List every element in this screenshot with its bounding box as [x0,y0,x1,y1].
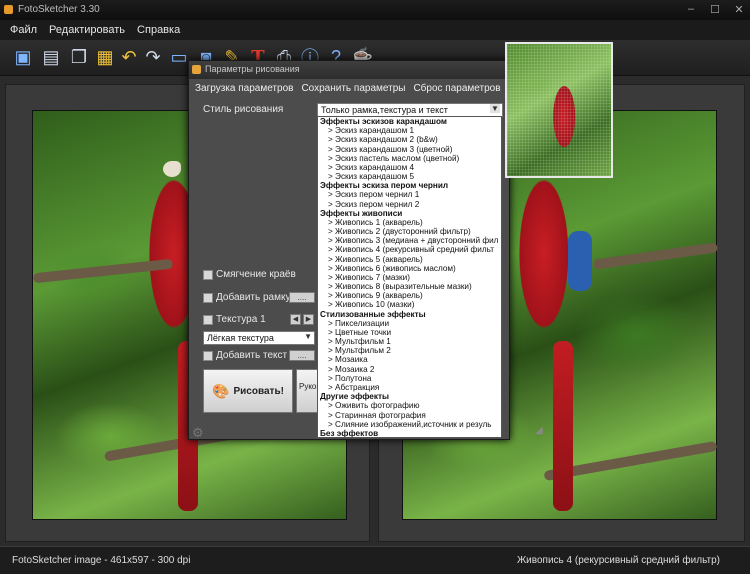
app-icon [4,5,13,14]
save-icon[interactable]: ▤ [38,43,64,71]
add-frame-label: Добавить рамку [216,292,291,303]
chevron-down-icon[interactable]: ▼ [304,332,312,341]
dropdown-option[interactable]: > Живопись 10 (мазки) [318,300,501,309]
open-image-icon[interactable]: ▣ [10,43,36,71]
reset-parameters-menu[interactable]: Сброс параметров [413,83,500,99]
frame-settings-button[interactable]: .... [289,292,315,303]
dropdown-option[interactable]: > Живопись 9 (акварель) [318,291,501,300]
texture-select[interactable]: Лёгкая текстура ▼ [203,331,315,345]
drawing-style-select[interactable]: Только рамка,текстура и текст ▼ [317,103,503,117]
dropdown-option[interactable]: > Эскиз пером чернил 2 [318,200,501,209]
dropdown-option[interactable]: > Живопись 4 (рекурсивный средний фильт [318,245,501,254]
dropdown-group-header: Эффекты эскиза пером чернил [320,181,449,191]
paste-icon[interactable]: ▦ [92,43,118,71]
dropdown-option[interactable]: > Эскиз карандашом 3 (цветной) [318,145,501,154]
texture-next-button[interactable]: ▶ [303,314,314,325]
smooth-edges-checkbox[interactable] [203,270,213,280]
dropdown-option[interactable]: > Живопись 1 (акварель) [318,218,501,227]
draw-button-label: Рисовать! [233,385,284,397]
image-info-text: FotoSketcher image - 461x597 - 300 dpi [12,555,191,566]
dropdown-group-header: Другие эффекты [320,392,389,402]
menu-bar: Файл Редактировать Справка [0,20,750,40]
draw-button[interactable]: 🎨 Рисовать! [203,369,293,413]
dropdown-option[interactable]: > Оживить фотографию [318,401,501,410]
dropdown-option[interactable]: > Живопись 7 (мазки) [318,273,501,282]
dropdown-option[interactable]: > Старинная фотография [318,411,501,420]
dropdown-option[interactable]: > Живопись 3 (медиана + двусторонний фил [318,236,501,245]
dropdown-option[interactable]: > Полутона [318,374,501,383]
dropdown-option[interactable]: > Абстракция [318,383,501,392]
window-title: FotoSketcher 3.30 [18,4,100,15]
dropdown-option[interactable]: > Эскиз карандашом 1 [318,126,501,135]
texture-label: Текстура 1 [216,314,266,325]
dropdown-option[interactable]: > Эскиз карандашом 4 [318,163,501,172]
drawing-style-value: Только рамка,текстура и текст [321,105,448,115]
text-settings-button[interactable]: .... [289,350,315,361]
preview-thumbnail[interactable] [505,42,613,178]
dropdown-group-header: Эффекты эскизов карандашом [320,117,447,126]
dropdown-option[interactable]: > Эскиз карандашом 2 (b&w) [318,135,501,144]
menu-file[interactable]: Файл [10,24,37,36]
dropdown-group-header: Без эффектов [320,428,379,438]
copy-icon[interactable]: ❐ [66,43,92,71]
add-text-label: Добавить текст [216,350,288,361]
dropdown-option[interactable]: > Цветные точки [318,328,501,337]
dropdown-option[interactable]: > Мозаика [318,355,501,364]
dropdown-option[interactable]: > Эскиз пером чернил 1 [318,190,501,199]
undo-icon[interactable]: ↶ [116,43,142,71]
smooth-edges-label: Смягчение краёв [216,269,296,280]
dialog-title-bar: Параметры рисования [189,61,509,79]
drawing-style-dropdown-list[interactable]: Эффекты эскизов карандашом > Эскиз каранд… [317,116,502,438]
resize-grip-icon[interactable]: ◢ [535,425,543,436]
texture-select-value: Лёгкая текстура [207,333,274,343]
add-text-checkbox[interactable] [203,351,213,361]
dropdown-group-header: Эффекты живописи [320,208,403,218]
status-bar: FotoSketcher image - 461x597 - 300 dpi Ж… [0,546,750,574]
dropdown-option[interactable]: > Мультфильм 1 [318,337,501,346]
title-bar: FotoSketcher 3.30 – ☐ ✕ [0,0,750,20]
minimize-button[interactable]: – [684,3,698,16]
load-parameters-menu[interactable]: Загрузка параметров [195,83,293,99]
dropdown-option[interactable]: > Живопись 2 (двусторонний фильтр) [318,227,501,236]
dropdown-option[interactable]: > Пикселизации [318,319,501,328]
dropdown-option[interactable]: > Слияние изображений,источник и резуль [318,420,501,429]
palette-icon: 🎨 [212,382,230,399]
dropdown-option[interactable]: > Живопись 6 (живопись маслом) [318,264,501,273]
dialog-title: Параметры рисования [205,64,300,74]
current-effect-text: Живопись 4 (рекурсивный средний фильтр) [516,555,720,566]
dropdown-option[interactable]: > Живопись 8 (выразительные мазки) [318,282,501,291]
menu-help[interactable]: Справка [137,24,180,36]
add-frame-checkbox[interactable] [203,293,213,303]
dialog-menu: Загрузка параметров Сохранить параметры … [189,79,509,99]
save-parameters-menu[interactable]: Сохранить параметры [301,83,405,99]
texture-prev-button[interactable]: ◀ [290,314,301,325]
dropdown-option[interactable]: > Мультфильм 2 [318,346,501,355]
menu-edit[interactable]: Редактировать [49,24,125,36]
texture-checkbox[interactable] [203,315,213,325]
close-button[interactable]: ✕ [732,3,746,16]
maximize-button[interactable]: ☐ [708,3,722,16]
dropdown-option[interactable]: > Эскиз карандашом 5 [318,172,501,181]
dropdown-option[interactable]: > Живопись 5 (акварель) [318,255,501,264]
drawing-style-label: Стиль рисования [203,104,284,115]
gears-icon: ⚙ [192,425,204,440]
chevron-down-icon[interactable]: ▼ [490,104,500,113]
dialog-app-icon [192,65,201,74]
dropdown-group-header: Стилизованные эффекты [320,309,426,319]
dropdown-option[interactable]: > Мозаика 2 [318,365,501,374]
redo-icon[interactable]: ↷ [140,43,166,71]
dropdown-option[interactable]: > Эскиз пастель маслом (цветной) [318,154,501,163]
